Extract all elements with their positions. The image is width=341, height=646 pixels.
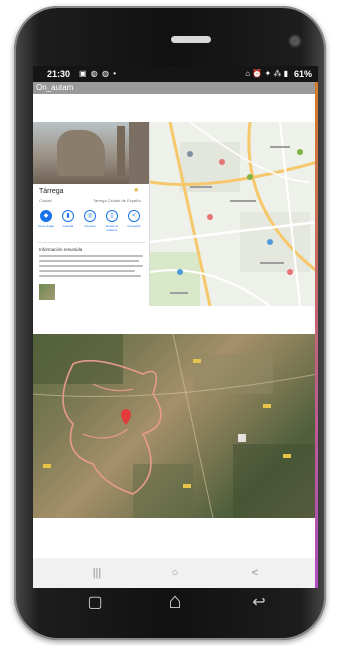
hardware-back-icon[interactable]: ↩: [244, 592, 274, 620]
status-time: 21:30: [47, 69, 71, 79]
screen: 21:30 ▣ ◍ ◍ • ⌂ ⏰ ✦ ⁂ ▮ 61% On_autam Tár…: [33, 66, 318, 588]
front-camera: [290, 36, 300, 46]
hardware-home-icon[interactable]: ⌂: [160, 588, 190, 616]
action-label: Compartir: [127, 224, 141, 228]
place-type: Ciudad: [39, 198, 52, 203]
nearby-icon: ◎: [84, 210, 96, 222]
info-text-line: [39, 255, 143, 257]
navigation-bar: ||| ○ <: [33, 558, 318, 588]
app-title-bar: On_autam: [33, 82, 318, 94]
info-text-line: [39, 260, 139, 262]
share-icon: <: [128, 210, 140, 222]
bookmark-icon: ▮: [62, 210, 74, 222]
battery-level: 61%: [293, 69, 312, 79]
hardware-recent-icon[interactable]: ▢: [80, 592, 110, 620]
action-label: Enviar al teléfono: [106, 224, 118, 232]
directions-icon: ◆: [40, 210, 52, 222]
building-shape: [129, 122, 149, 184]
place-panel[interactable]: Tárrega ★ Ciudad Tarrega Ciudad de Españ…: [33, 122, 150, 306]
nearby-button[interactable]: ◎ Cercano: [81, 210, 99, 228]
action-label: Guardar: [62, 224, 74, 228]
place-thumbnail[interactable]: [39, 284, 55, 300]
earpiece-speaker: [171, 36, 211, 43]
edge-accent: [315, 82, 318, 588]
back-button[interactable]: <: [245, 564, 265, 582]
send-to-phone-button[interactable]: ▯ Enviar al teléfono: [103, 210, 121, 232]
info-text-line: [39, 270, 135, 272]
phone-icon: ▯: [106, 210, 118, 222]
satellite-map-graphic: [33, 334, 318, 518]
tower-shape: [117, 126, 125, 176]
info-title: Información resumida: [39, 247, 83, 252]
action-label: Cercano: [84, 224, 96, 228]
road-map[interactable]: [150, 122, 318, 306]
directions-button[interactable]: ◆ Cómo llegar: [37, 210, 55, 228]
place-subtitle: Tarrega Ciudad de España: [93, 198, 141, 203]
save-button[interactable]: ▮ Guardar: [59, 210, 77, 228]
app-title: On_autam: [36, 83, 74, 92]
status-bar: 21:30 ▣ ◍ ◍ • ⌂ ⏰ ✦ ⁂ ▮ 61%: [33, 66, 318, 82]
info-text-line: [39, 275, 141, 277]
place-name: Tárrega: [39, 188, 64, 195]
satellite-map[interactable]: [33, 334, 318, 518]
place-actions: ◆ Cómo llegar ▮ Guardar ◎ Cercano ▯ Envi…: [37, 210, 147, 236]
road-map-graphic: [150, 122, 318, 306]
system-icons: ⌂ ⏰ ✦ ⁂ ▮: [245, 69, 288, 78]
blank-area: [33, 518, 318, 558]
info-text-line: [39, 265, 143, 267]
action-label: Cómo llegar: [37, 224, 55, 228]
separator: [33, 306, 318, 334]
place-photo[interactable]: [33, 122, 149, 184]
notification-icons: ▣ ◍ ◍ •: [79, 69, 117, 78]
recent-apps-button[interactable]: |||: [87, 564, 107, 582]
statue-shape: [57, 130, 105, 176]
divider: [37, 242, 145, 243]
star-icon[interactable]: ★: [133, 186, 139, 194]
home-button[interactable]: ○: [165, 564, 185, 582]
share-button[interactable]: < Compartir: [125, 210, 143, 228]
